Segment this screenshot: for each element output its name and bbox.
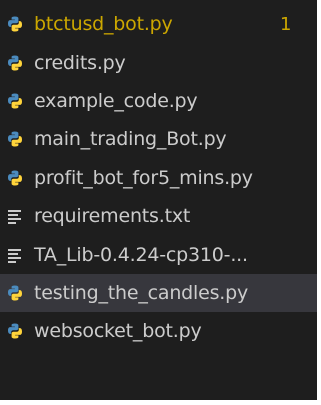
file-name: TA_Lib-0.4.24-cp310-... [34,243,248,266]
file-item-ta-lib[interactable]: TA_Lib-0.4.24-cp310-... [0,235,317,273]
text-file-icon [6,207,24,225]
python-file-icon [6,284,24,302]
file-item-btctusd-bot[interactable]: btctusd_bot.py 1 [0,5,317,43]
python-file-icon [6,322,24,340]
python-file-icon [6,92,24,110]
file-item-requirements[interactable]: requirements.txt [0,197,317,235]
file-name: testing_the_candles.py [34,281,249,304]
file-name: main_trading_Bot.py [34,128,227,151]
file-name: websocket_bot.py [34,320,202,343]
python-file-icon [6,169,24,187]
file-item-credits[interactable]: credits.py [0,43,317,81]
python-file-icon [6,54,24,72]
file-explorer: btctusd_bot.py 1 credits.py example_code… [0,0,317,400]
file-name: profit_bot_for5_mins.py [34,166,253,189]
file-item-profit-bot[interactable]: profit_bot_for5_mins.py [0,159,317,197]
python-file-icon [6,130,24,148]
problem-count-badge: 1 [280,13,292,35]
file-item-example-code[interactable]: example_code.py [0,82,317,120]
text-file-icon [6,246,24,264]
file-name: credits.py [34,51,126,74]
file-item-websocket-bot[interactable]: websocket_bot.py [0,312,317,350]
file-item-main-trading-bot[interactable]: main_trading_Bot.py [0,120,317,158]
file-item-testing-the-candles[interactable]: testing_the_candles.py [0,273,317,313]
file-name: requirements.txt [34,205,191,228]
python-file-icon [6,15,24,33]
file-name: btctusd_bot.py [34,13,173,36]
file-name: example_code.py [34,89,198,112]
